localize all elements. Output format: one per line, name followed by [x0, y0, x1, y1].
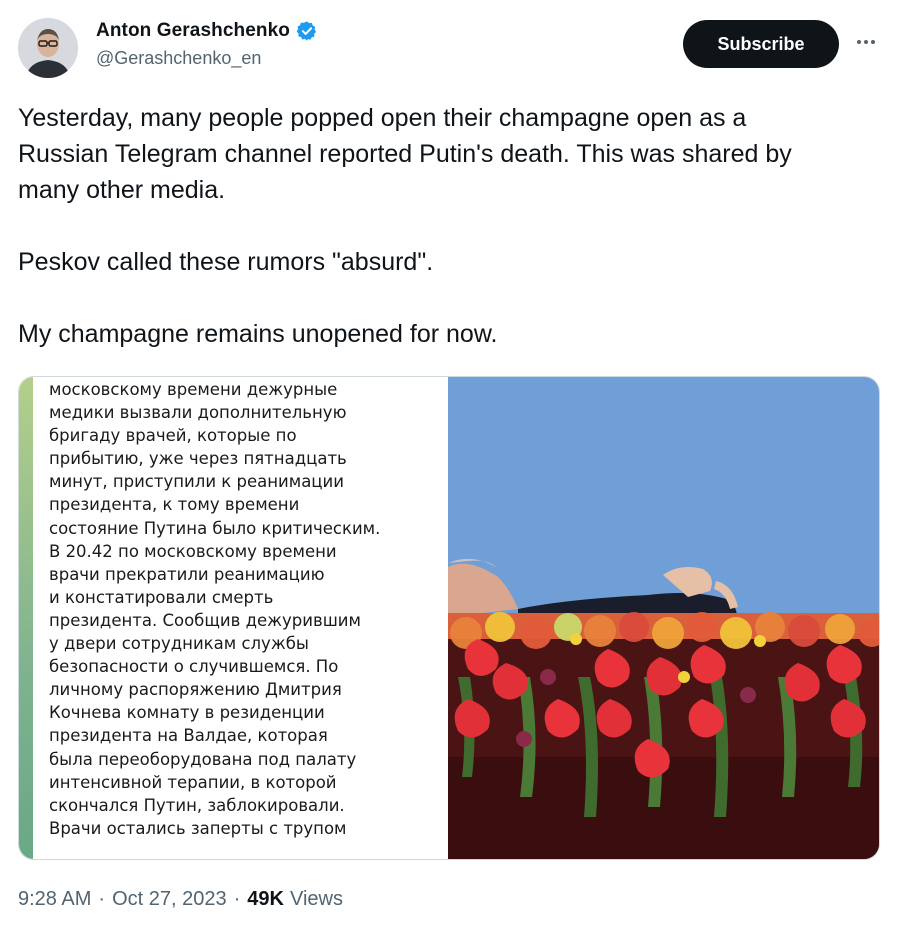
- telegram-screenshot[interactable]: московскому времени дежурные медики вызва…: [19, 377, 448, 859]
- screenshot-line: скончался Путин, заблокировали.: [49, 795, 345, 815]
- screenshot-line: Врачи остались заперты с трупом: [49, 818, 347, 838]
- avatar-photo: [18, 18, 78, 78]
- screenshot-line: личному распоряжению Дмитрия: [49, 680, 342, 700]
- subscribe-button[interactable]: Subscribe: [683, 20, 839, 68]
- screenshot-text: московскому времени дежурные медики вызва…: [49, 378, 444, 840]
- meta-separator: ·: [98, 888, 106, 910]
- screenshot-line: состояние Путина было критическим.: [49, 518, 381, 538]
- screenshot-line: президента на Валдае, которая: [49, 726, 328, 746]
- tweet-header: Anton Gerashchenko @Gerashchenko_en Subs…: [18, 18, 882, 82]
- tweet-line: Peskov called these rumors "absurd".: [18, 248, 434, 276]
- name-row: Anton Gerashchenko: [96, 20, 318, 42]
- tweet-meta: 9:28 AM · Oct 27, 2023 · 49K Views: [18, 888, 343, 911]
- screenshot-line: московскому времени дежурные: [49, 380, 338, 399]
- screenshot-line: бригаду врачей, которые по: [49, 426, 297, 446]
- display-name[interactable]: Anton Gerashchenko: [96, 20, 290, 42]
- tweet-line: Russian Telegram channel reported Putin'…: [18, 140, 792, 168]
- author-info: Anton Gerashchenko @Gerashchenko_en: [96, 20, 318, 69]
- tweet-line: many other media.: [18, 176, 226, 204]
- tweet-text: Yesterday, many people popped open their…: [18, 100, 858, 352]
- screenshot-line: В 20.42 по московскому времени: [49, 541, 337, 561]
- screenshot-line: президента, к тому времени: [49, 495, 300, 515]
- screenshot-line: была переоборудована под палату: [49, 749, 357, 769]
- screenshot-line: и констатировали смерть: [49, 587, 274, 607]
- author-handle[interactable]: @Gerashchenko_en: [96, 48, 318, 69]
- screenshot-line: интенсивной терапии, в которой: [49, 772, 337, 792]
- avatar[interactable]: [18, 18, 78, 78]
- ellipsis-icon[interactable]: [850, 28, 882, 56]
- tweet-line: Yesterday, many people popped open their…: [18, 104, 747, 132]
- screenshot-line: безопасности о случившемся. По: [49, 657, 339, 677]
- verified-badge-icon: [296, 20, 318, 42]
- tweet-media[interactable]: московскому времени дежурные медики вызва…: [18, 376, 880, 860]
- views-label: Views: [289, 888, 343, 910]
- screenshot-line: у двери сотрудникам службы: [49, 634, 309, 654]
- meta-separator: ·: [233, 888, 241, 910]
- screenshot-line: президента. Сообщив дежурившим: [49, 610, 361, 630]
- screenshot-line: медики вызвали дополнительную: [49, 403, 347, 423]
- screenshot-line: врачи прекратили реанимацию: [49, 564, 325, 584]
- screenshot-line: минут, приступили к реанимации: [49, 472, 344, 492]
- tweet-date[interactable]: Oct 27, 2023: [112, 888, 227, 911]
- views-count: 49K: [247, 888, 284, 910]
- screenshot-line: прибытию, уже через пятнадцать: [49, 449, 347, 469]
- tweet-line: My champagne remains unopened for now.: [18, 320, 498, 348]
- screenshot-line: Кочнева комнату в резиденции: [49, 703, 325, 723]
- photo-illustration: [448, 377, 879, 859]
- funeral-photo[interactable]: [448, 377, 879, 859]
- quote-accent-bar: [19, 377, 33, 859]
- tweet-time[interactable]: 9:28 AM: [18, 888, 91, 911]
